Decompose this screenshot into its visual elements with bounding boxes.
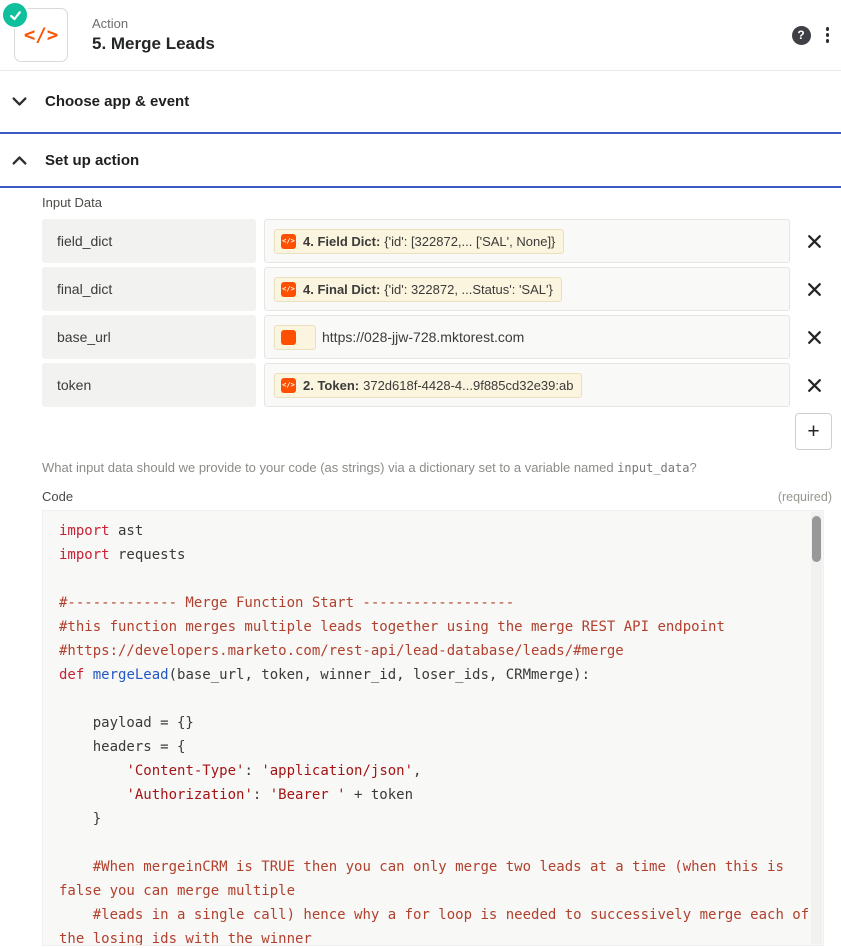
- kebab-menu-button[interactable]: [824, 24, 832, 46]
- section-label: Choose app & event: [45, 93, 190, 110]
- code-line: #leads in a single call) hence why a for…: [59, 907, 810, 946]
- close-icon: [807, 330, 821, 344]
- mapped-field-pill[interactable]: [274, 324, 316, 350]
- help-text-before: What input data should we provide to you…: [42, 460, 618, 475]
- code-line: }: [59, 811, 102, 827]
- step-header: </> Action 5. Merge Leads ?: [0, 0, 841, 71]
- input-value-text: https://028-jjw-728.mktorest.com: [322, 329, 525, 345]
- chevron-up-icon: [11, 152, 28, 169]
- mapped-field-pill[interactable]: </> 4. Field Dict: {'id': [322872,... ['…: [274, 228, 565, 254]
- mapped-field-pill[interactable]: </> 4. Final Dict: {'id': 322872, ...Sta…: [274, 276, 562, 302]
- code-line: import requests: [59, 547, 186, 563]
- remove-input-button[interactable]: [796, 223, 832, 259]
- inline-code-input-data: input_data: [617, 461, 690, 475]
- code-step-icon: [281, 329, 296, 345]
- step-title: 5. Merge Leads: [92, 34, 215, 53]
- close-icon: [807, 378, 821, 392]
- step-kicker: Action: [92, 16, 129, 31]
- code-line: 'Authorization': 'Bearer ' + token: [126, 787, 414, 803]
- close-icon: [807, 234, 821, 248]
- code-line: headers = {: [59, 739, 186, 755]
- code-scrollbar-thumb[interactable]: [812, 516, 821, 562]
- code-scrollbar-track[interactable]: [811, 512, 822, 944]
- remove-input-button[interactable]: [796, 367, 832, 403]
- pill-prefix: 4. Field Dict:: [303, 233, 381, 249]
- pill-value: 372d618f-4428-4...9f885cd32e39:ab: [363, 377, 574, 393]
- code-step-icon: </>: [281, 377, 296, 393]
- code-line: #When mergeinCRM is TRUE then you can on…: [59, 859, 793, 899]
- code-label: Code: [42, 489, 74, 504]
- input-value-field[interactable]: </> 4. Final Dict: {'id': 322872, ...Sta…: [264, 267, 790, 311]
- input-data-help-text: What input data should we provide to you…: [42, 460, 832, 475]
- close-icon: [807, 282, 821, 296]
- mapped-field-pill[interactable]: </> 2. Token: 372d618f-4428-4...9f885cd3…: [274, 372, 583, 398]
- step-titles: Action 5. Merge Leads: [92, 16, 215, 54]
- setup-action-content: Input Data field_dict </> 4. Field Dict:…: [0, 188, 841, 946]
- input-rows: field_dict </> 4. Field Dict: {'id': [32…: [42, 219, 832, 407]
- code-line: import ast: [59, 523, 144, 539]
- code-line: #this function merges multiple leads tog…: [59, 619, 725, 635]
- input-value-field[interactable]: https://028-jjw-728.mktorest.com: [264, 315, 790, 359]
- code-line: def mergeLead(base_url, token, winner_id…: [59, 667, 591, 683]
- step-complete-check-icon: [1, 1, 29, 29]
- code-step-icon: </>: [281, 233, 296, 249]
- input-data-row: field_dict </> 4. Field Dict: {'id': [32…: [42, 219, 832, 263]
- code-line: payload = {}: [59, 715, 194, 731]
- input-data-row: final_dict </> 4. Final Dict: {'id': 322…: [42, 267, 832, 311]
- help-text-after: ?: [689, 460, 697, 475]
- input-key-field[interactable]: base_url: [42, 315, 256, 359]
- input-data-row: base_url https://028-jjw-728.mktorest.co…: [42, 315, 832, 359]
- input-key-field[interactable]: field_dict: [42, 219, 256, 263]
- chevron-down-icon: [11, 93, 28, 110]
- code-step-icon: </>: [281, 281, 296, 297]
- required-badge: (required): [777, 490, 832, 504]
- section-choose-app-event[interactable]: Choose app & event: [0, 71, 841, 134]
- help-button[interactable]: ?: [791, 25, 811, 45]
- code-line: #------------- Merge Function Start ----…: [59, 595, 515, 611]
- input-value-field[interactable]: </> 4. Field Dict: {'id': [322872,... ['…: [264, 219, 790, 263]
- pill-value: {'id': [322872,... ['SAL', None]}: [384, 233, 556, 249]
- code-content: import ast import requests #------------- …: [59, 519, 811, 946]
- input-data-row: token </> 2. Token: 372d618f-4428-4...9f…: [42, 363, 832, 407]
- code-editor[interactable]: import ast import requests #------------- …: [42, 510, 824, 946]
- pill-prefix: 4. Final Dict:: [303, 281, 381, 297]
- check-icon: [9, 10, 21, 20]
- input-value-field[interactable]: </> 2. Token: 372d618f-4428-4...9f885cd3…: [264, 363, 790, 407]
- pill-value: {'id': 322872, ...Status': 'SAL'}: [384, 281, 553, 297]
- remove-input-button[interactable]: [796, 271, 832, 307]
- pill-prefix: 2. Token:: [303, 377, 360, 393]
- input-data-label: Input Data: [42, 195, 102, 210]
- input-key-field[interactable]: final_dict: [42, 267, 256, 311]
- input-key-field[interactable]: token: [42, 363, 256, 407]
- add-input-button[interactable]: +: [795, 413, 832, 450]
- section-label: Set up action: [45, 151, 140, 169]
- code-line: 'Content-Type': 'application/json',: [126, 763, 422, 779]
- code-line: #https://developers.marketo.com/rest-api…: [59, 643, 624, 659]
- section-set-up-action[interactable]: Set up action: [0, 134, 841, 188]
- remove-input-button[interactable]: [796, 319, 832, 355]
